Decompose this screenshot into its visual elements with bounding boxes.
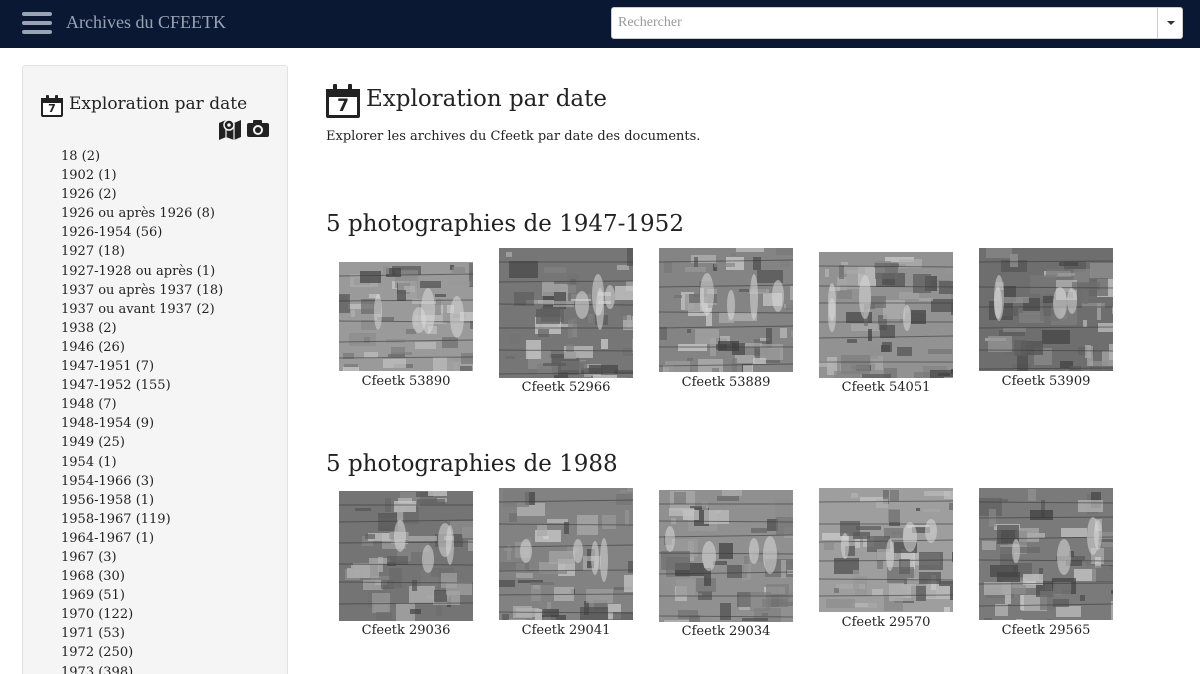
photo-image [819, 252, 953, 378]
year-link[interactable]: 1948 (7) [61, 395, 223, 414]
calendar-day-number: 7 [337, 96, 349, 116]
year-link[interactable]: 1947-1951 (7) [61, 357, 223, 376]
year-link[interactable]: 1973 (398) [61, 663, 223, 674]
year-link[interactable]: 1949 (25) [61, 433, 223, 452]
photo-frame[interactable] [339, 262, 473, 371]
photo-image [339, 491, 473, 621]
sidebar-title: Exploration par date [69, 94, 248, 114]
camera-icon[interactable] [246, 118, 270, 140]
year-list: 18 (2) 1902 (1) 1926 (2) 1926 ou après 1926… [61, 147, 223, 674]
year-link[interactable]: 1954 (1) [61, 453, 223, 472]
photo-frame[interactable] [339, 491, 473, 621]
photo-caption[interactable]: Cfeetk 52966 [499, 380, 633, 395]
photo-frame[interactable] [819, 488, 953, 612]
year-link[interactable]: 1970 (122) [61, 605, 223, 624]
photo-caption[interactable]: Cfeetk 29041 [499, 623, 633, 638]
year-link[interactable]: 1956-1958 (1) [61, 491, 223, 510]
year-link[interactable]: 1926-1954 (56) [61, 223, 223, 242]
year-link[interactable]: 1947-1952 (155) [61, 376, 223, 395]
calendar-icon: 7 [326, 84, 360, 118]
photo-frame[interactable] [819, 252, 953, 378]
section-title: 5 photographies de 1947-1952 [326, 211, 684, 237]
photo-frame[interactable] [499, 248, 633, 378]
photo-caption[interactable]: Cfeetk 53890 [339, 374, 473, 389]
year-link[interactable]: 1958-1967 (119) [61, 510, 223, 529]
photo-caption[interactable]: Cfeetk 29565 [979, 623, 1113, 638]
main-content: 7 Exploration par date Explorer les arch… [326, 0, 1186, 674]
calendar-day-number: 7 [48, 102, 56, 115]
sidebar: 7 Exploration par date 18 (2) 1902 (1) 192… [22, 65, 288, 674]
photo-image [339, 262, 473, 371]
photo-caption[interactable]: Cfeetk 53889 [659, 375, 793, 390]
photo-caption[interactable]: Cfeetk 29570 [819, 615, 953, 630]
sidebar-tools [218, 118, 270, 140]
year-link[interactable]: 1927 (18) [61, 242, 223, 261]
year-link[interactable]: 1971 (53) [61, 624, 223, 643]
year-link[interactable]: 1902 (1) [61, 166, 223, 185]
menu-icon[interactable] [22, 12, 52, 36]
photo-caption[interactable]: Cfeetk 29034 [659, 624, 793, 639]
photo-frame[interactable] [499, 488, 633, 620]
photo-image [499, 488, 633, 620]
photo-frame[interactable] [979, 248, 1113, 371]
year-link[interactable]: 1948-1954 (9) [61, 414, 223, 433]
year-link[interactable]: 1972 (250) [61, 643, 223, 662]
brand-title[interactable]: Archives du CFEETK [66, 12, 226, 33]
photo-caption[interactable]: Cfeetk 53909 [979, 374, 1113, 389]
photo-image [979, 488, 1113, 620]
year-link[interactable]: 1926 (2) [61, 185, 223, 204]
year-link[interactable]: 1937 ou avant 1937 (2) [61, 300, 223, 319]
year-link[interactable]: 1964-1967 (1) [61, 529, 223, 548]
year-link[interactable]: 1937 ou après 1937 (18) [61, 281, 223, 300]
year-link[interactable]: 1954-1966 (3) [61, 472, 223, 491]
photo-caption[interactable]: Cfeetk 54051 [819, 380, 953, 395]
photo-frame[interactable] [659, 490, 793, 622]
photo-image [979, 248, 1113, 371]
year-link[interactable]: 1946 (26) [61, 338, 223, 357]
photo-image [499, 248, 633, 378]
map-marker-icon[interactable] [218, 118, 242, 140]
year-link[interactable]: 18 (2) [61, 147, 223, 166]
page-title: Exploration par date [366, 86, 607, 112]
photo-image [659, 490, 793, 622]
photo-frame[interactable] [979, 488, 1113, 620]
year-link[interactable]: 1938 (2) [61, 319, 223, 338]
calendar-icon: 7 [41, 95, 63, 117]
photo-image [819, 488, 953, 612]
photo-image [659, 248, 793, 372]
photo-caption[interactable]: Cfeetk 29036 [339, 623, 473, 638]
page-description: Explorer les archives du Cfeetk par date… [326, 129, 701, 144]
year-link[interactable]: 1967 (3) [61, 548, 223, 567]
year-link[interactable]: 1968 (30) [61, 567, 223, 586]
year-link[interactable]: 1969 (51) [61, 586, 223, 605]
year-link[interactable]: 1927-1928 ou après (1) [61, 262, 223, 281]
photo-frame[interactable] [659, 248, 793, 372]
section-title: 5 photographies de 1988 [326, 451, 618, 477]
year-link[interactable]: 1926 ou après 1926 (8) [61, 204, 223, 223]
